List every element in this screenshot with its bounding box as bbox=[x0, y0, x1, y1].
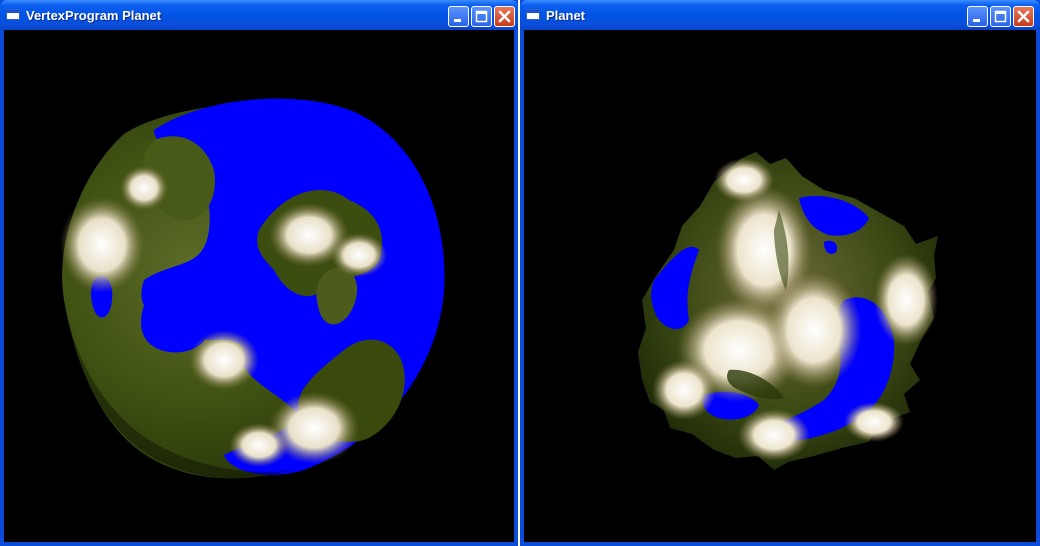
maximize-button[interactable] bbox=[471, 6, 492, 27]
vertexprogram-planet-window[interactable]: VertexProgram Planet bbox=[0, 0, 518, 546]
maximize-icon bbox=[994, 10, 1007, 23]
window-app-icon[interactable] bbox=[6, 9, 20, 20]
maximize-icon bbox=[475, 10, 488, 23]
planet-sphere bbox=[60, 98, 445, 479]
planet-rough-sphere bbox=[638, 152, 938, 470]
minimize-icon bbox=[454, 19, 461, 22]
window-app-icon[interactable] bbox=[526, 9, 540, 20]
planet-window[interactable]: Planet bbox=[520, 0, 1040, 546]
window-title: Planet bbox=[546, 8, 586, 23]
title-bar[interactable]: Planet bbox=[520, 0, 1040, 30]
title-bar[interactable]: VertexProgram Planet bbox=[0, 0, 518, 30]
minimize-button[interactable] bbox=[967, 6, 988, 27]
close-button[interactable] bbox=[494, 6, 515, 27]
minimize-icon bbox=[973, 19, 980, 22]
minimize-button[interactable] bbox=[448, 6, 469, 27]
render-viewport[interactable] bbox=[524, 30, 1036, 542]
maximize-button[interactable] bbox=[990, 6, 1011, 27]
close-icon bbox=[498, 10, 511, 23]
window-title: VertexProgram Planet bbox=[26, 8, 162, 23]
planet-render-right bbox=[638, 152, 938, 470]
render-viewport[interactable] bbox=[4, 30, 514, 542]
planet-render-left bbox=[60, 98, 445, 479]
close-icon bbox=[1017, 10, 1030, 23]
close-button[interactable] bbox=[1013, 6, 1034, 27]
